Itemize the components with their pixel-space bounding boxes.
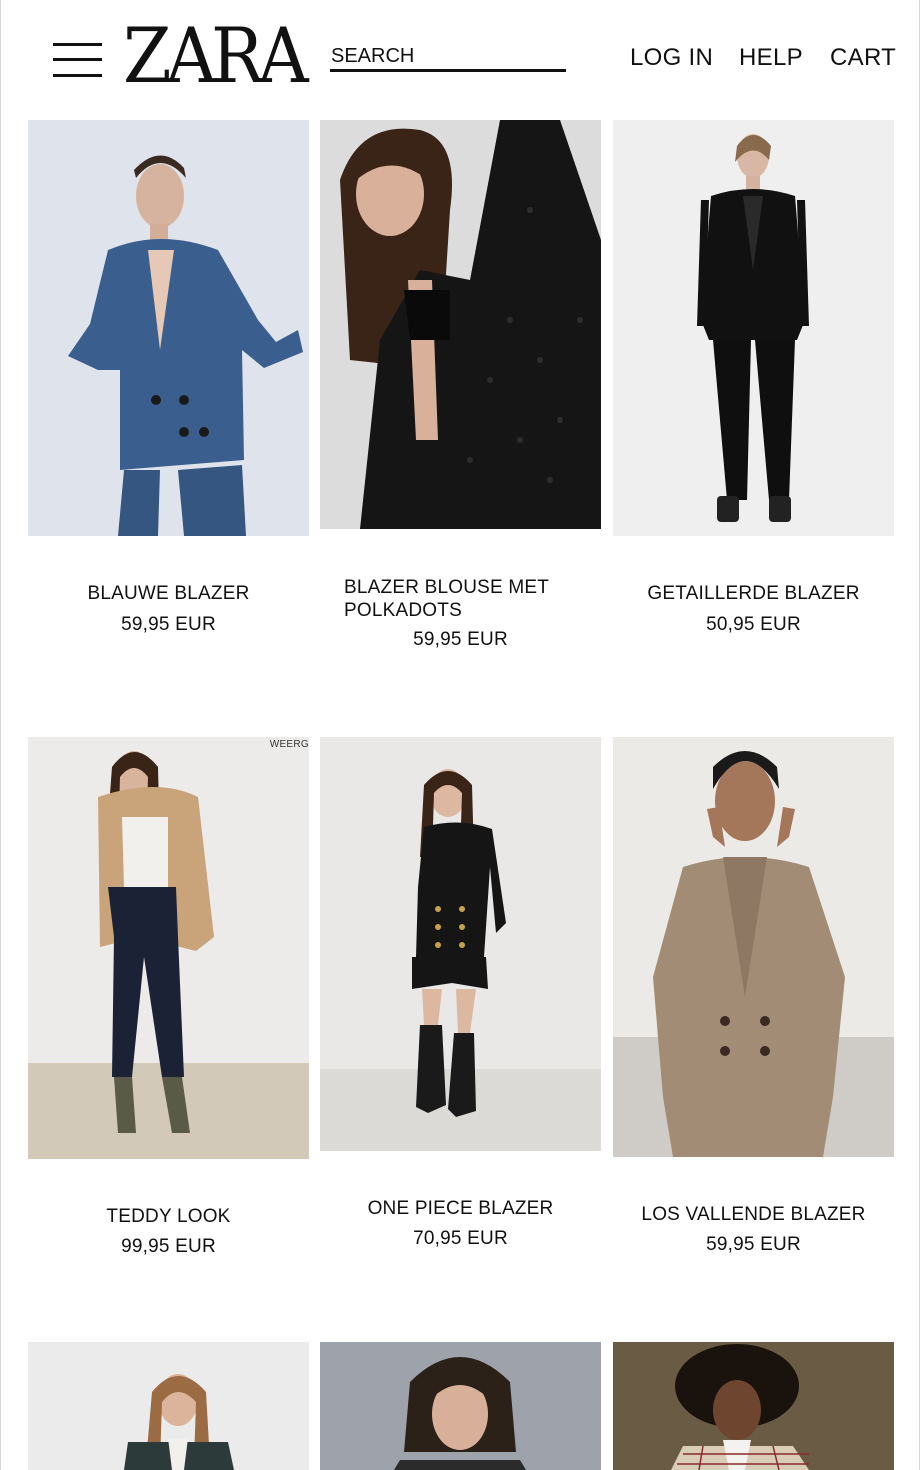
- menu-icon-bar: [53, 43, 102, 46]
- search-input[interactable]: [330, 44, 566, 68]
- product-image[interactable]: [613, 737, 894, 1157]
- product-name[interactable]: TEDDY LOOK: [28, 1206, 309, 1228]
- product-name[interactable]: GETAILLERDE BLAZER: [613, 583, 894, 605]
- zara-logo[interactable]: ZARA: [123, 18, 309, 94]
- product-image[interactable]: [320, 1342, 601, 1470]
- product-image[interactable]: [320, 737, 601, 1151]
- product-image[interactable]: [320, 120, 601, 529]
- product-name[interactable]: BLAZER BLOUSE MET POLKADOTS: [320, 576, 601, 622]
- login-link[interactable]: LOG IN: [630, 44, 713, 72]
- search-box[interactable]: [330, 44, 566, 72]
- product-tag: WEERG: [269, 739, 309, 750]
- menu-icon-bar: [53, 58, 102, 61]
- product-price: 59,95 EUR: [706, 1234, 801, 1255]
- product-price: 59,95 EUR: [413, 629, 508, 650]
- product-image[interactable]: [28, 1342, 309, 1470]
- logo-text: ZARA: [123, 11, 309, 100]
- product-image[interactable]: [613, 1342, 894, 1470]
- product-name[interactable]: BLAUWE BLAZER: [28, 583, 309, 605]
- product-image[interactable]: [613, 120, 894, 536]
- product-image[interactable]: [28, 120, 309, 536]
- menu-icon[interactable]: [53, 43, 102, 79]
- product-name[interactable]: ONE PIECE BLAZER: [320, 1198, 601, 1220]
- help-link[interactable]: HELP: [739, 44, 803, 72]
- cart-link[interactable]: CART: [830, 44, 896, 72]
- site-header: ZARA LOG IN HELP CART: [1, 0, 920, 110]
- product-name[interactable]: LOS VALLENDE BLAZER: [613, 1204, 894, 1226]
- product-price: 59,95 EUR: [121, 614, 216, 635]
- product-price: 50,95 EUR: [706, 614, 801, 635]
- product-price: 99,95 EUR: [121, 1236, 216, 1257]
- product-image[interactable]: WEERG: [28, 737, 309, 1159]
- product-price: 70,95 EUR: [413, 1228, 508, 1249]
- menu-icon-bar: [53, 74, 102, 77]
